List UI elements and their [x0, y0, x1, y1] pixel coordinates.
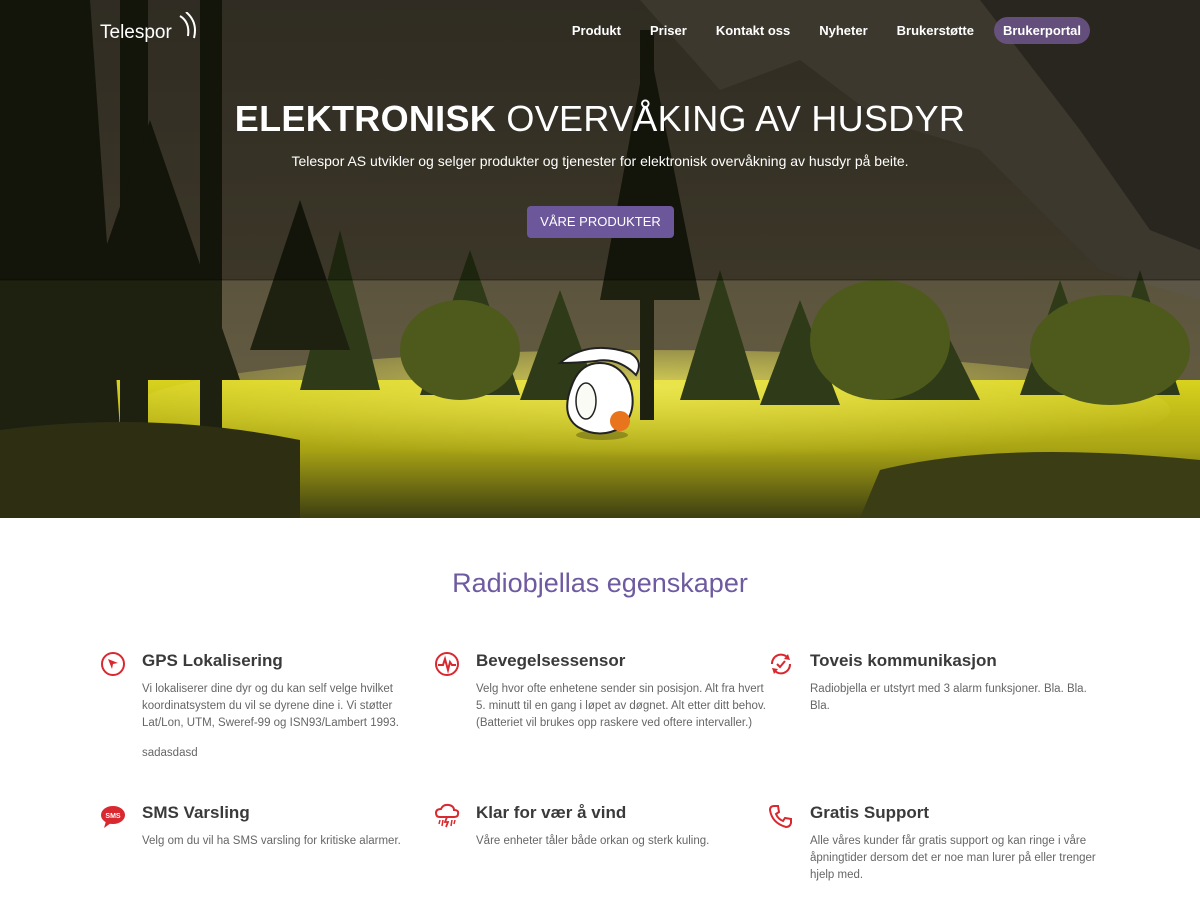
features-title: Radiobjellas egenskaper: [452, 568, 748, 598]
hero-title-bold: ELEKTRONISK: [234, 98, 497, 139]
hero-title: ELEKTRONISK OVERVÅKING AV HUSDYR: [0, 98, 1200, 140]
feature-title: SMS Varsling: [142, 803, 250, 822]
hero-section: Telespor Produkt Priser Kontakt oss Nyhe…: [0, 0, 1200, 518]
nav-brukerportal[interactable]: Brukerportal: [993, 17, 1090, 44]
sms-icon: SMS: [101, 806, 125, 828]
feature-text: Velg om du vil ha SMS varsling for kriti…: [142, 835, 401, 847]
svg-text:SMS: SMS: [105, 813, 121, 820]
nav-kontakt-oss[interactable]: Kontakt oss: [707, 17, 799, 44]
logo[interactable]: Telespor: [100, 12, 200, 44]
pulse-icon: [435, 652, 459, 676]
storm-cloud-icon: [434, 803, 460, 828]
hero-title-light: OVERVÅKING AV HUSDYR: [506, 98, 966, 139]
sync-check-icon: [770, 653, 792, 675]
signal-arcs-icon: [179, 12, 196, 39]
feature-title: Klar for vær å vind: [476, 803, 627, 822]
feature-title: Gratis Support: [810, 803, 930, 822]
feature-title: Bevegelsessensor: [476, 651, 626, 670]
forest-meadow-background: [0, 0, 1200, 518]
feature-text: Vi lokaliserer dine dyr og du kan self v…: [142, 683, 399, 729]
nav-produkt[interactable]: Produkt: [563, 17, 630, 44]
hero-subtitle: Telespor AS utvikler og selger produkter…: [291, 153, 909, 169]
feature-title: GPS Lokalisering: [142, 651, 283, 670]
feature-title: Toveis kommunikasjon: [810, 651, 997, 670]
feature-text: Radiobjella er utstyrt med 3 alarm funks…: [810, 683, 1087, 712]
products-button[interactable]: VÅRE PRODUKTER: [527, 206, 674, 238]
nav-brukerstotte[interactable]: Brukerstøtte: [888, 17, 983, 44]
feature-text: Alle våres kunder får gratis support og …: [810, 835, 1096, 881]
compass-icon: [101, 652, 125, 676]
nav-priser[interactable]: Priser: [641, 17, 696, 44]
phone-icon: [768, 805, 792, 829]
feature-extra: sadasdasd: [142, 747, 198, 759]
logo-text: Telespor: [100, 22, 172, 43]
feature-text: Velg hvor ofte enhetene sender sin posis…: [476, 683, 767, 729]
main-menu: Produkt Priser Kontakt oss Nyheter Bruke…: [552, 17, 1090, 44]
nav-nyheter[interactable]: Nyheter: [810, 17, 876, 44]
feature-text: Våre enheter tåler både orkan og sterk k…: [476, 835, 710, 847]
top-navigation: Telespor Produkt Priser Kontakt oss Nyhe…: [0, 0, 1200, 60]
